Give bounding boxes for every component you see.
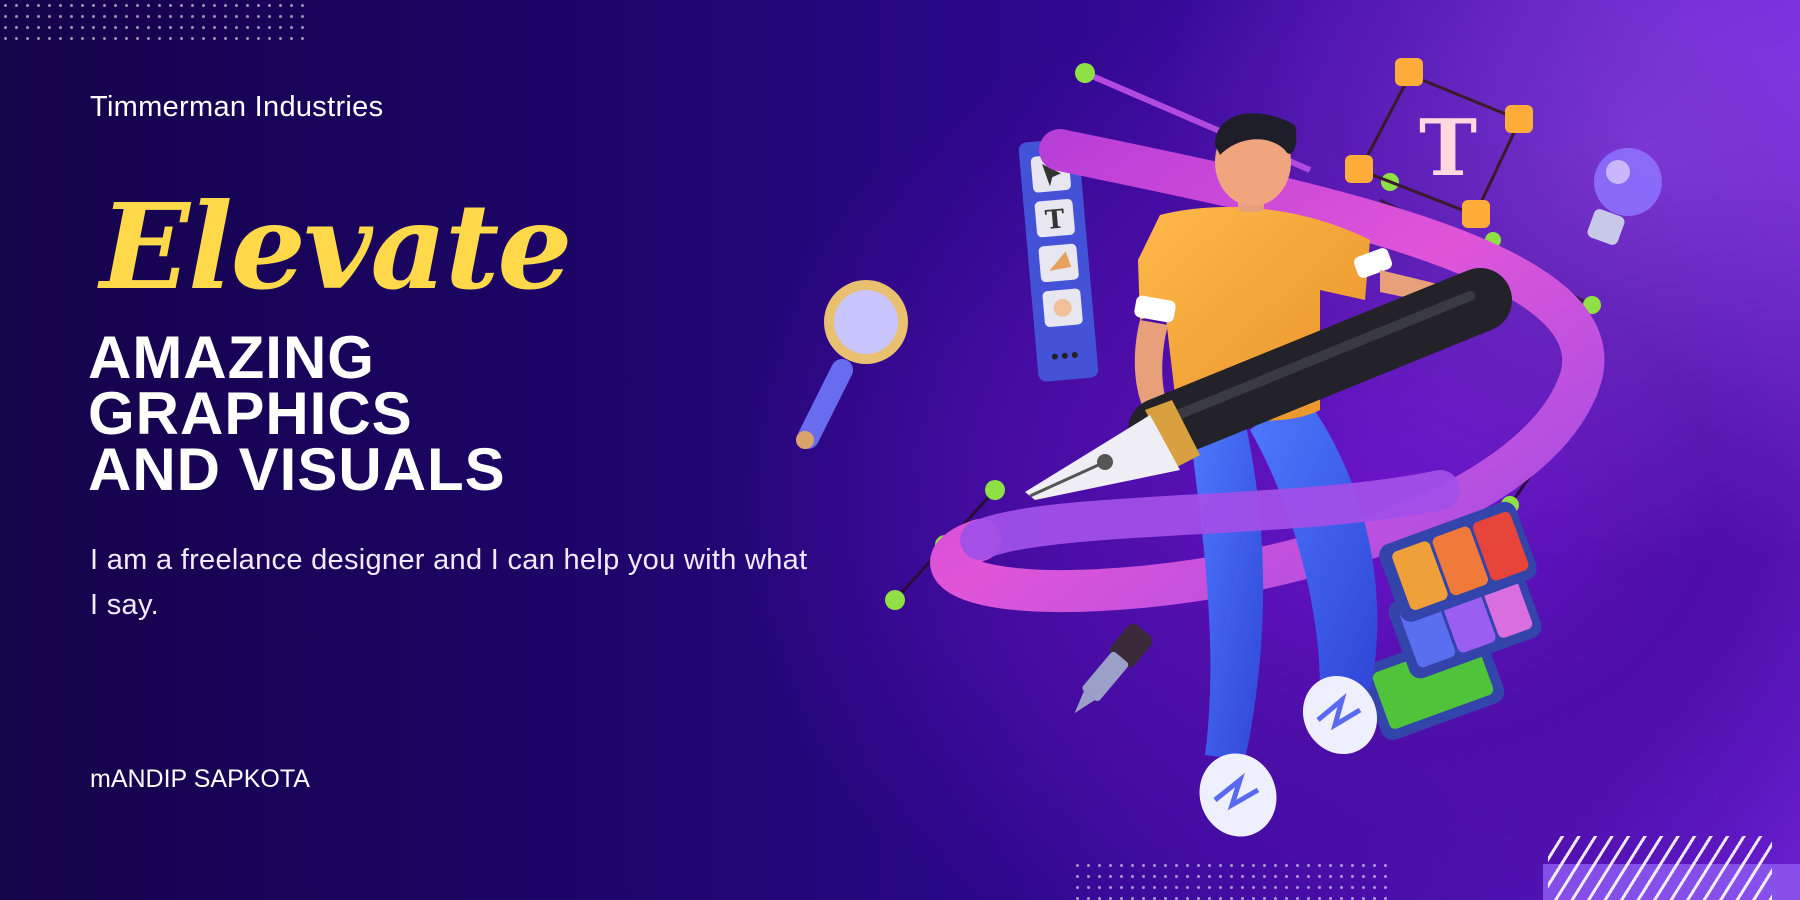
lightbulb-icon	[1587, 148, 1662, 245]
main-headline: AMAZING GRAPHICS AND VISUALS	[88, 324, 506, 503]
magnifier-icon	[796, 280, 908, 449]
designer-illustration: T T	[796, 58, 1662, 837]
text-tool-glyph: T	[1419, 103, 1477, 194]
svg-text:T: T	[1044, 204, 1067, 236]
dot-grid-decoration	[0, 0, 312, 44]
author-name: mANDIP SAPKOTA	[90, 765, 310, 793]
headline-line-3: AND VISUALS	[88, 436, 506, 503]
script-heading: Elevate	[100, 177, 572, 316]
description-text: I am a freelance designer and I can help…	[90, 544, 808, 621]
headline-line-1: AMAZING	[88, 324, 375, 391]
company-name: Timmerman Industries	[90, 91, 384, 123]
headline-line-2: GRAPHICS	[88, 380, 413, 447]
eyedropper-icon	[1074, 624, 1153, 714]
